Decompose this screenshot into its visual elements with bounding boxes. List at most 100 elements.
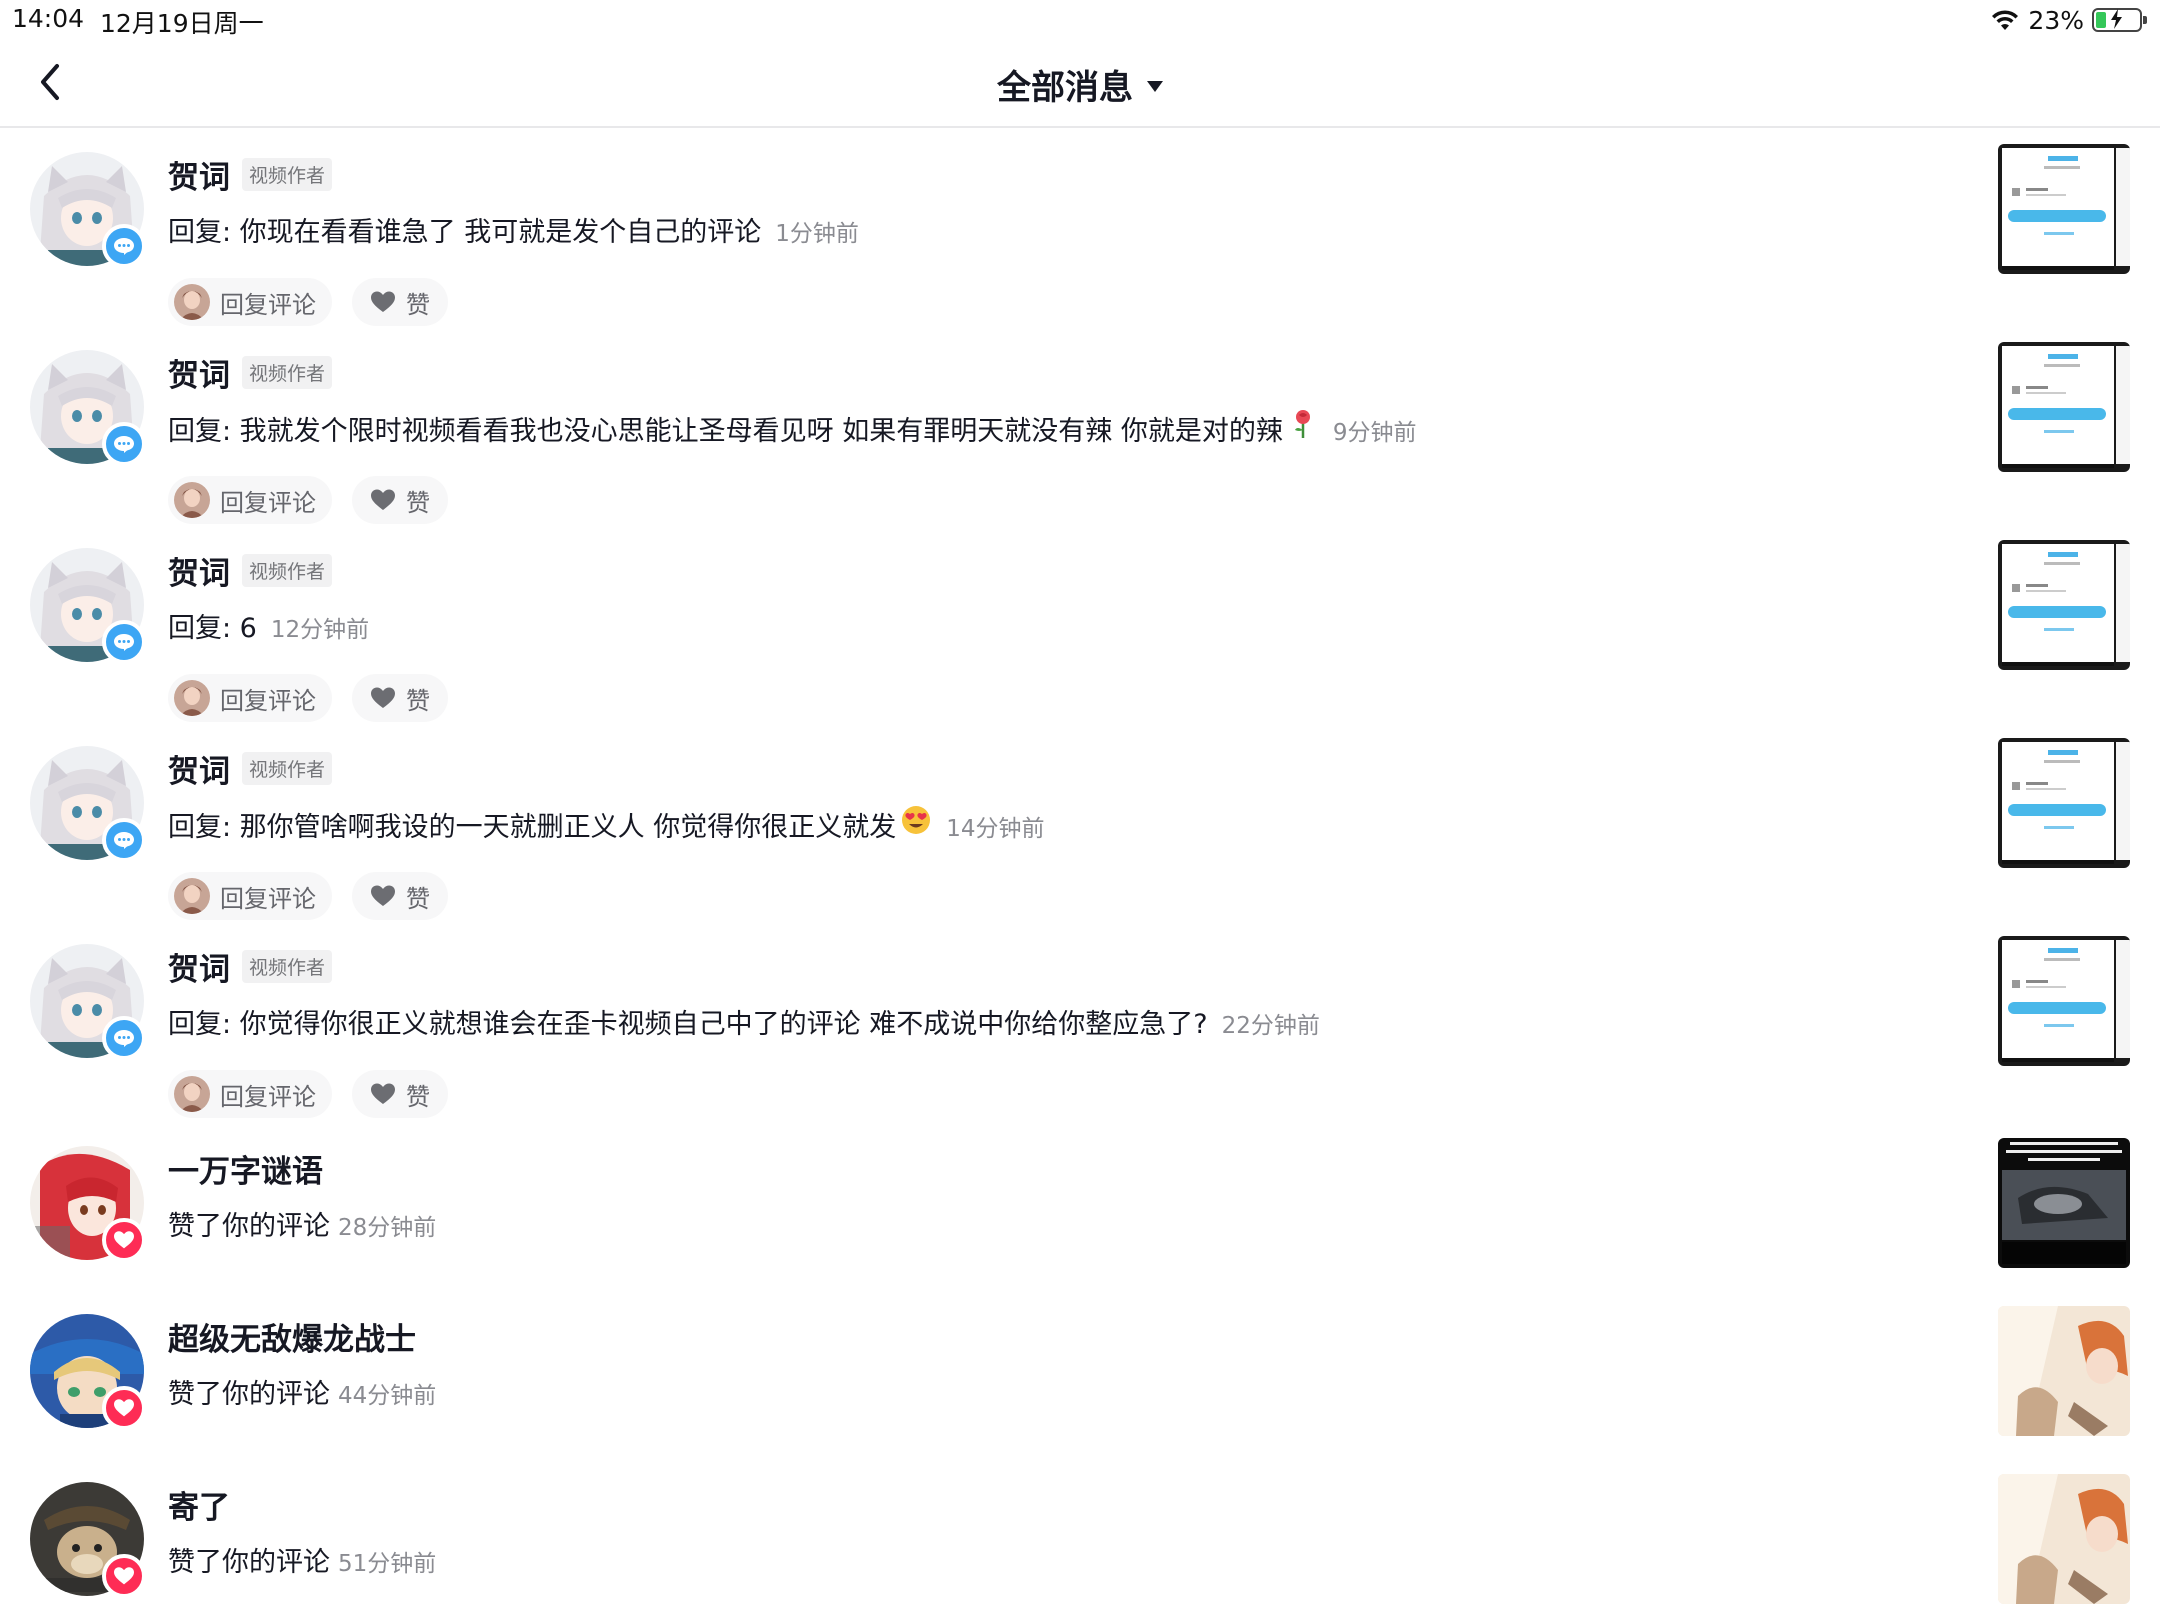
reply-comment-button[interactable]: 回复评论 xyxy=(168,278,332,326)
heart-icon xyxy=(371,291,395,312)
status-date: 12月19日周一 xyxy=(100,9,264,38)
status-right: 23% xyxy=(1990,4,2147,36)
message-content: 赞了你的评论 44分钟前 xyxy=(168,1372,1980,1411)
message-text: 赞了你的评论 xyxy=(168,1211,330,1242)
my-avatar xyxy=(174,680,210,716)
message-time: 51分钟前 xyxy=(338,1551,437,1577)
author-tag: 视频作者 xyxy=(242,355,333,389)
message-time: 28分钟前 xyxy=(338,1215,437,1241)
video-thumbnail[interactable] xyxy=(1998,1306,2130,1436)
avatar[interactable] xyxy=(30,548,146,664)
message-text: 回复: 我就发个限时视频看看我也没心思能让圣母看见呀 如果有罪明天就没有辣 你就… xyxy=(168,416,1283,447)
status-bar: 14:04 12月19日周一 23% xyxy=(0,0,2160,40)
status-time: 14:04 xyxy=(12,4,85,33)
avatar[interactable] xyxy=(30,1314,146,1430)
message-text: 回复: 你觉得你很正义就想谁会在歪卡视频自己中了的评论 难不成说中你给你整应急了… xyxy=(168,1009,1208,1040)
like-button[interactable]: 赞 xyxy=(352,1070,448,1118)
like-button[interactable]: 赞 xyxy=(352,872,448,920)
heart-eyes-emoji-icon xyxy=(902,806,931,834)
avatar[interactable] xyxy=(30,746,146,862)
reply-comment-button[interactable]: 回复评论 xyxy=(168,1070,332,1118)
message-content: 赞了你的评论 28分钟前 xyxy=(168,1204,1980,1243)
like-label: 赞 xyxy=(406,290,430,319)
message-time: 44分钟前 xyxy=(338,1383,437,1409)
message-time: 14分钟前 xyxy=(946,816,1045,842)
reply-comment-button[interactable]: 回复评论 xyxy=(168,476,332,524)
message-text: 回复: 你现在看看谁急了 我可就是发个自己的评论 xyxy=(168,217,762,248)
like-label: 赞 xyxy=(406,884,430,913)
page-title: 全部消息 xyxy=(997,68,1133,108)
username[interactable]: 一万字谜语 xyxy=(168,1146,323,1191)
video-thumbnail[interactable] xyxy=(1998,1474,2130,1604)
reply-label: 回复评论 xyxy=(220,686,316,715)
action-row: 回复评论 赞 xyxy=(168,1070,448,1118)
message-time: 9分钟前 xyxy=(1332,420,1417,446)
message-content: 回复: 6 12分钟前 xyxy=(168,606,1980,645)
rose-emoji-icon xyxy=(1294,410,1310,438)
message-body: 贺词 视频作者 回复: 你现在看看谁急了 我可就是发个自己的评论 1分钟前 回复… xyxy=(168,152,1980,326)
reply-label: 回复评论 xyxy=(220,488,316,517)
message-time: 22分钟前 xyxy=(1221,1013,1320,1039)
video-thumbnail[interactable] xyxy=(1998,342,2130,472)
username[interactable]: 贺词 xyxy=(168,152,230,197)
comment-badge-icon xyxy=(102,620,146,664)
message-filter-dropdown[interactable]: 全部消息 xyxy=(0,60,2160,109)
like-button[interactable]: 赞 xyxy=(352,278,448,326)
heart-icon xyxy=(371,885,395,906)
like-badge-icon xyxy=(102,1386,146,1430)
username[interactable]: 贺词 xyxy=(168,944,230,989)
comment-badge-icon xyxy=(102,818,146,862)
author-tag: 视频作者 xyxy=(242,553,333,587)
avatar[interactable] xyxy=(30,350,146,466)
action-row: 回复评论 赞 xyxy=(168,872,448,920)
like-label: 赞 xyxy=(406,686,430,715)
avatar[interactable] xyxy=(30,1482,146,1598)
like-label: 赞 xyxy=(406,488,430,517)
username[interactable]: 贺词 xyxy=(168,746,230,791)
username[interactable]: 贺词 xyxy=(168,548,230,593)
avatar[interactable] xyxy=(30,1146,146,1262)
reply-comment-button[interactable]: 回复评论 xyxy=(168,872,332,920)
video-thumbnail[interactable] xyxy=(1998,1138,2130,1268)
author-tag: 视频作者 xyxy=(242,751,333,785)
video-thumbnail[interactable] xyxy=(1998,144,2130,274)
video-thumbnail[interactable] xyxy=(1998,540,2130,670)
message-time: 12分钟前 xyxy=(270,617,370,643)
like-badge-icon xyxy=(102,1218,146,1262)
my-avatar xyxy=(174,878,210,914)
username[interactable]: 超级无敌爆龙战士 xyxy=(168,1314,416,1359)
heart-icon xyxy=(371,1083,395,1104)
message-text: 回复: 6 xyxy=(168,613,257,644)
heart-icon xyxy=(371,687,395,708)
like-button[interactable]: 赞 xyxy=(352,674,448,722)
video-thumbnail[interactable] xyxy=(1998,738,2130,868)
message-body: 超级无敌爆龙战士 赞了你的评论 44分钟前 xyxy=(168,1314,1980,1411)
username[interactable]: 寄了 xyxy=(168,1482,230,1527)
username[interactable]: 贺词 xyxy=(168,350,230,395)
avatar[interactable] xyxy=(30,944,146,1060)
message-text: 回复: 那你管啥啊我设的一天就删正义人 你觉得你很正义就发 xyxy=(168,812,897,843)
action-row: 回复评论 赞 xyxy=(168,278,448,326)
like-button[interactable]: 赞 xyxy=(352,476,448,524)
avatar[interactable] xyxy=(30,152,146,268)
message-content: 回复: 你觉得你很正义就想谁会在歪卡视频自己中了的评论 难不成说中你给你整应急了… xyxy=(168,1002,1980,1041)
message-body: 贺词 视频作者 回复: 我就发个限时视频看看我也没心思能让圣母看见呀 如果有罪明… xyxy=(168,350,1980,524)
like-label: 赞 xyxy=(406,1082,430,1111)
my-avatar xyxy=(174,284,210,320)
reply-label: 回复评论 xyxy=(220,290,316,319)
my-avatar xyxy=(174,482,210,518)
wifi-icon xyxy=(1992,10,2019,30)
my-avatar xyxy=(174,1076,210,1112)
author-tag: 视频作者 xyxy=(242,949,333,983)
comment-badge-icon xyxy=(102,224,146,268)
caret-down-icon xyxy=(1147,81,1163,92)
reply-comment-button[interactable]: 回复评论 xyxy=(168,674,332,722)
message-text: 赞了你的评论 xyxy=(168,1547,330,1578)
message-content: 回复: 你现在看看谁急了 我可就是发个自己的评论 1分钟前 xyxy=(168,210,1980,249)
action-row: 回复评论 赞 xyxy=(168,674,448,722)
video-thumbnail[interactable] xyxy=(1998,936,2130,1066)
author-tag: 视频作者 xyxy=(242,157,333,191)
reply-label: 回复评论 xyxy=(220,884,316,913)
message-time: 1分钟前 xyxy=(775,221,859,247)
comment-badge-icon xyxy=(102,422,146,466)
